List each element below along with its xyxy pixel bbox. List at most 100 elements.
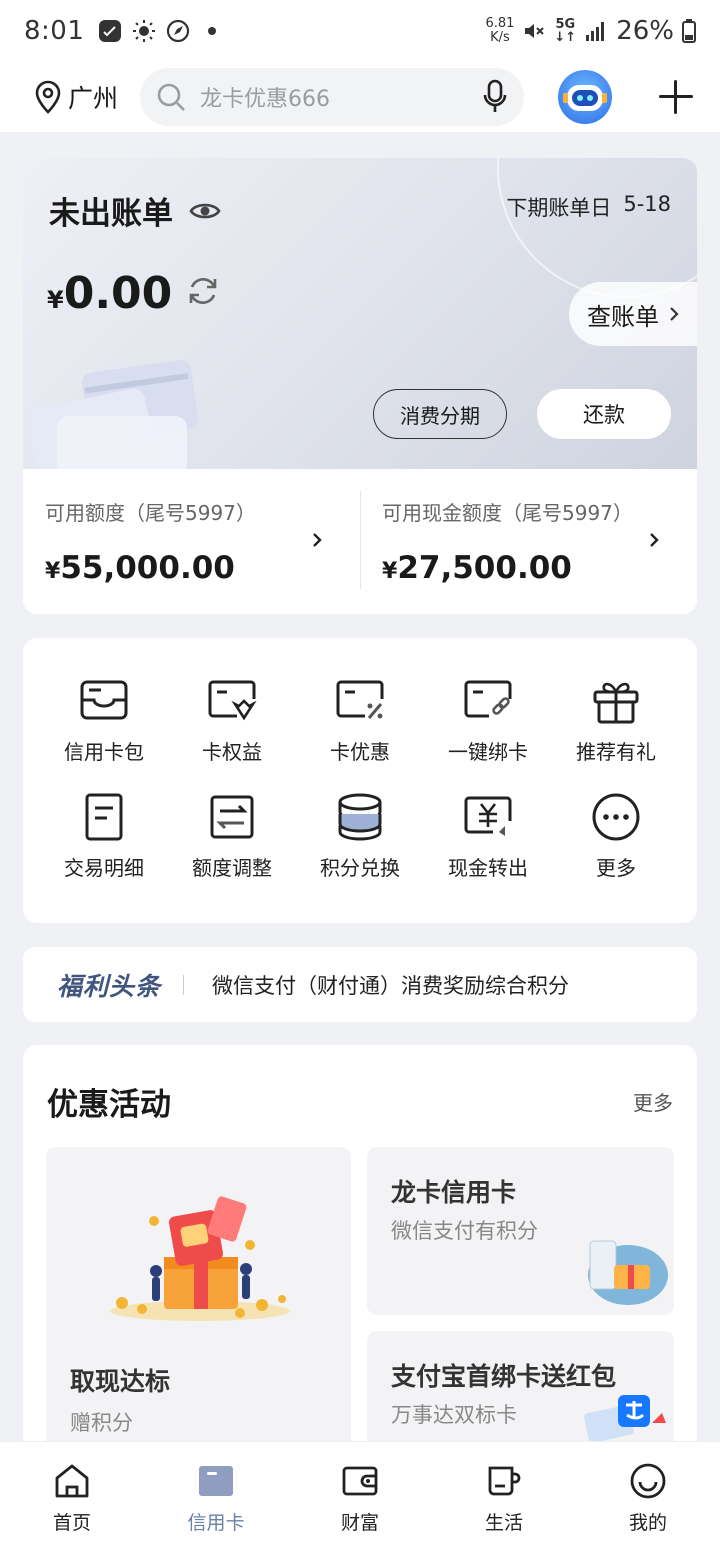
quick-actions-row-1: 信用卡包 卡权益 卡优惠 一键绑卡 推荐有礼	[23, 676, 697, 792]
microphone-icon[interactable]	[482, 79, 508, 115]
card-wallet-icon	[80, 680, 128, 720]
tab-label: 生活	[484, 1512, 523, 1534]
next-bill-date: 下期账单日 5-18	[506, 192, 671, 222]
welfare-headline[interactable]: 福利头条 微信支付（财付通）消费奖励综合积分	[23, 947, 697, 1022]
tab-life[interactable]: 生活	[432, 1442, 576, 1544]
quick-actions: 信用卡包 卡权益 卡优惠 一键绑卡 推荐有礼 交易明细 额度调整 积分兑换 现金…	[23, 638, 697, 923]
quick-limit-adjust[interactable]: 额度调整	[168, 792, 296, 908]
location-selector[interactable]: 广州	[34, 79, 118, 115]
credit-limits: 可用额度（尾号5997） ¥55,000.00 可用现金额度（尾号5997） ¥…	[23, 469, 697, 614]
bill-card: 未出账单 下期账单日 5-18 ¥ 0.00 查账单 消费分期 还款 可用额度（…	[23, 158, 697, 614]
promo-cash-withdrawal[interactable]: 取现达标 赠积分	[46, 1147, 351, 1465]
check-bill-label: 查账单	[587, 302, 659, 331]
quick-transaction-details[interactable]: 交易明细	[40, 792, 168, 908]
next-bill-value: 5-18	[623, 192, 671, 216]
location-pin-icon	[35, 80, 61, 114]
quick-label: 信用卡包	[64, 740, 144, 764]
promo-title: 取现达标	[70, 1367, 171, 1396]
quick-card-link[interactable]: 一键绑卡	[424, 676, 552, 792]
amount-value: 0.00	[63, 268, 173, 319]
quick-card-discount[interactable]: 卡优惠	[296, 676, 424, 792]
dot-icon	[208, 27, 217, 35]
available-cash-credit[interactable]: 可用现金额度（尾号5997） ¥27,500.00	[360, 469, 697, 614]
quick-label: 额度调整	[192, 856, 272, 880]
cash-credit-value: ¥27,500.00	[382, 550, 675, 586]
app-notification-icon	[99, 20, 122, 42]
quick-label: 一键绑卡	[448, 740, 528, 764]
cash-credit-label: 可用现金额度（尾号5997）	[382, 501, 633, 525]
quick-label: 交易明细	[64, 856, 144, 880]
status-right: 6.81 K/s 5G ↓↑ 26%	[485, 16, 696, 46]
quick-cash-out[interactable]: 现金转出	[424, 792, 552, 908]
cash-out-icon	[464, 796, 512, 836]
quick-label: 卡权益	[202, 740, 262, 764]
search-input[interactable]: 龙卡优惠666	[140, 68, 525, 126]
cash-amount: 27,500.00	[397, 550, 572, 586]
quick-card-wallet[interactable]: 信用卡包	[40, 676, 168, 792]
quick-label: 卡优惠	[330, 740, 390, 764]
tab-home[interactable]: 首页	[0, 1442, 144, 1544]
promotions-title: 优惠活动	[47, 1087, 171, 1123]
document-icon	[85, 793, 123, 841]
phone-points-illustration	[588, 1240, 668, 1305]
check-bill-button[interactable]: 查账单	[569, 282, 697, 346]
tab-mine[interactable]: 我的	[576, 1442, 720, 1544]
bill-summary: 未出账单 下期账单日 5-18 ¥ 0.00 查账单 消费分期 还款	[23, 158, 697, 469]
repay-button[interactable]: 还款	[537, 389, 671, 439]
compass-icon	[167, 19, 190, 43]
gift-icon	[593, 682, 639, 724]
search-icon	[157, 83, 185, 111]
card-discount-icon	[336, 680, 384, 719]
available-credit[interactable]: 可用额度（尾号5997） ¥55,000.00	[23, 469, 360, 614]
wallet-icon	[342, 1466, 378, 1496]
adjust-icon	[210, 795, 254, 839]
quick-card-rights[interactable]: 卡权益	[168, 676, 296, 792]
promo-title: 龙卡信用卡	[391, 1178, 517, 1207]
installment-button[interactable]: 消费分期	[373, 389, 507, 439]
available-amount: 55,000.00	[60, 550, 235, 586]
chevron-right-icon	[313, 533, 322, 547]
mute-icon	[525, 24, 545, 38]
chevron-right-icon	[650, 533, 659, 547]
bottom-tab-bar: 首页 信用卡 财富 生活 我的	[0, 1441, 720, 1544]
refresh-icon[interactable]	[186, 274, 220, 308]
card-link-icon	[464, 680, 512, 718]
network-type: 5G ↓↑	[554, 17, 577, 45]
cash-currency: ¥	[382, 559, 398, 584]
assistant-robot-icon[interactable]	[558, 70, 613, 124]
promo-longka-card[interactable]: 龙卡信用卡 微信支付有积分	[367, 1147, 674, 1315]
battery-percent: 26%	[616, 16, 674, 46]
status-time: 8:01	[24, 16, 85, 46]
status-bar: 8:01 6.81 K/s 5G ↓↑ 26%	[0, 0, 720, 62]
promotions-section: 优惠活动 更多 取现达标 赠积分 龙卡信用卡 微信支付有积分 支付宝首绑卡送红包…	[23, 1045, 697, 1465]
tab-label: 财富	[340, 1512, 379, 1534]
eye-icon[interactable]	[189, 200, 221, 222]
quick-label: 更多	[596, 856, 636, 880]
tab-wealth[interactable]: 财富	[288, 1442, 432, 1544]
bill-amount: ¥ 0.00	[47, 268, 220, 319]
quick-more[interactable]: 更多	[552, 792, 680, 908]
tab-credit-card[interactable]: 信用卡	[144, 1442, 288, 1544]
credit-card-icon	[199, 1466, 233, 1496]
gift-box-illustration	[110, 1196, 290, 1321]
quick-points-exchange[interactable]: 积分兑换	[296, 792, 424, 908]
brightness-icon	[133, 20, 156, 42]
quick-referral-gift[interactable]: 推荐有礼	[552, 676, 680, 792]
robot-face-icon	[563, 85, 608, 111]
add-button[interactable]	[656, 77, 696, 117]
tab-label: 信用卡	[187, 1512, 245, 1534]
promotions-more-link[interactable]: 更多	[633, 1087, 673, 1116]
currency-symbol: ¥	[47, 286, 64, 314]
decorative-circle	[497, 158, 697, 298]
available-credit-label: 可用额度（尾号5997）	[45, 501, 256, 525]
promo-subtitle: 微信支付有积分	[391, 1219, 538, 1243]
available-credit-value: ¥55,000.00	[45, 550, 338, 586]
smile-icon	[630, 1463, 666, 1499]
top-nav: 广州 龙卡优惠666	[0, 62, 720, 132]
more-icon	[592, 793, 640, 841]
chevron-right-icon	[670, 307, 679, 321]
promo-subtitle: 赠积分	[70, 1411, 133, 1435]
quick-label: 推荐有礼	[576, 740, 656, 764]
city-label: 广州	[68, 84, 119, 113]
home-icon	[55, 1464, 89, 1498]
